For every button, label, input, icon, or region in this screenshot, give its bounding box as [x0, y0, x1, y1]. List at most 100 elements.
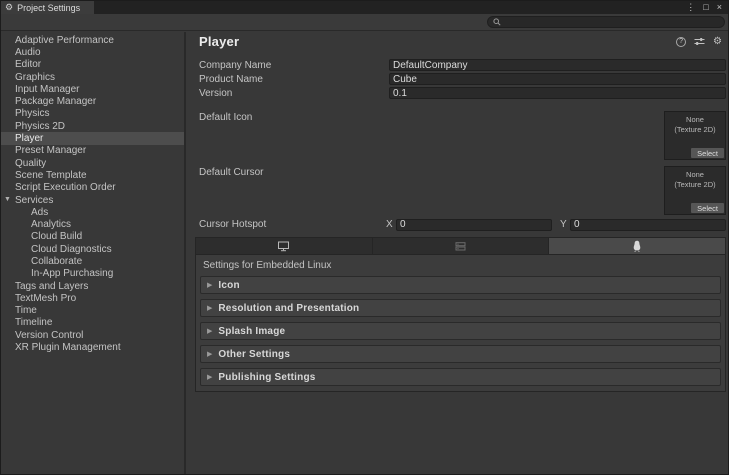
field-label: Version	[199, 88, 389, 99]
gear-icon[interactable]: ⚙	[713, 37, 722, 47]
sidebar-item-timeline[interactable]: Timeline	[1, 317, 184, 329]
sidebar-item-in-app-purchasing[interactable]: In-App Purchasing	[1, 268, 184, 280]
platform-tab-desktop[interactable]	[196, 238, 373, 254]
window-title: Project Settings	[17, 3, 80, 13]
platform-settings-box: Settings for Embedded Linux ▶Icon▶Resolu…	[195, 237, 726, 392]
search-input[interactable]	[504, 17, 719, 27]
version-input[interactable]	[389, 87, 726, 99]
section-label: Publishing Settings	[218, 372, 315, 383]
sidebar-item-quality[interactable]: Quality	[1, 157, 184, 169]
sidebar-item-cloud-build[interactable]: Cloud Build	[1, 231, 184, 243]
sidebar-item-label: Quality	[15, 158, 46, 169]
field-label: Product Name	[199, 74, 389, 85]
platform-tabbar	[196, 238, 725, 255]
gear-icon: ⚙	[5, 3, 13, 12]
cursor-hotspot-label: Cursor Hotspot	[199, 219, 386, 230]
kebab-menu-icon[interactable]: ⋮	[686, 3, 695, 12]
sidebar-item-label: In-App Purchasing	[31, 268, 113, 279]
hotspot-x-input[interactable]	[396, 219, 552, 231]
window-body: Adaptive PerformanceAudioEditorGraphicsI…	[1, 32, 728, 474]
sidebar-item-cloud-diagnostics[interactable]: Cloud Diagnostics	[1, 243, 184, 255]
section-label: Splash Image	[218, 326, 285, 337]
section-publishing-settings[interactable]: ▶ Publishing Settings	[200, 368, 721, 386]
hotspot-y-group: Y	[560, 219, 726, 231]
platform-content: Settings for Embedded Linux ▶Icon▶Resolu…	[196, 255, 725, 391]
sidebar-item-script-execution-order[interactable]: Script Execution Order	[1, 182, 184, 194]
player-text-fields: Company Name Product Name Version	[199, 58, 726, 100]
platform-tab-embedded-linux[interactable]	[549, 238, 725, 254]
sidebar-item-audio[interactable]: Audio	[1, 46, 184, 58]
sidebar-item-label: Collaborate	[31, 256, 82, 267]
sidebar-item-label: Analytics	[31, 219, 71, 230]
close-icon[interactable]: ×	[717, 3, 722, 12]
sidebar-item-label: Audio	[15, 47, 41, 58]
company-name-input[interactable]	[389, 59, 726, 71]
platform-tab-dedicated-server[interactable]	[373, 238, 550, 254]
sidebar-item-scene-template[interactable]: Scene Template	[1, 169, 184, 181]
section-label: Resolution and Presentation	[218, 303, 359, 314]
sidebar-item-adaptive-performance[interactable]: Adaptive Performance	[1, 34, 184, 46]
section-icon[interactable]: ▶Icon	[200, 276, 721, 294]
select-button[interactable]: Select	[691, 148, 724, 158]
panel-header: Player ? ⚙	[199, 33, 722, 50]
sidebar-item-textmesh-pro[interactable]: TextMesh Pro	[1, 292, 184, 304]
sidebar-item-label: Package Manager	[15, 96, 96, 107]
settings-for-header: Settings for Embedded Linux	[203, 260, 721, 271]
field-row-product-name: Product Name	[199, 72, 726, 86]
field-label: Company Name	[199, 60, 389, 71]
product-name-input[interactable]	[389, 73, 726, 85]
titlebar: ⚙ Project Settings ⋮ □ ×	[1, 1, 728, 14]
window-controls: ⋮ □ ×	[686, 1, 728, 14]
help-icon[interactable]: ?	[676, 37, 686, 47]
sidebar-item-collaborate[interactable]: Collaborate	[1, 255, 184, 267]
sidebar-item-label: Tags and Layers	[15, 281, 88, 292]
select-button[interactable]: Select	[691, 203, 724, 213]
hotspot-x-group: X	[386, 219, 552, 231]
sidebar-item-input-manager[interactable]: Input Manager	[1, 83, 184, 95]
sidebar-list: Adaptive PerformanceAudioEditorGraphicsI…	[1, 32, 186, 474]
sidebar-item-physics-2d[interactable]: Physics 2D	[1, 120, 184, 132]
player-settings-panel: Player ? ⚙ Company Name Product Name Versi…	[186, 32, 728, 474]
sidebar-item-preset-manager[interactable]: Preset Manager	[1, 145, 184, 157]
sidebar-item-player[interactable]: Player	[1, 132, 184, 144]
sidebar-item-label: Script Execution Order	[15, 182, 116, 193]
sections-list: ▶Icon▶Resolution and Presentation▶Splash…	[200, 276, 721, 386]
foldout-collapsed-icon: ▶	[207, 374, 212, 381]
section-splash-image[interactable]: ▶Splash Image	[200, 322, 721, 340]
sidebar-item-xr-plugin-management[interactable]: XR Plugin Management	[1, 341, 184, 353]
field-row-version: Version	[199, 86, 726, 100]
sidebar-item-label: Scene Template	[15, 170, 87, 181]
sidebar-item-label: Input Manager	[15, 84, 80, 95]
sidebar-item-analytics[interactable]: Analytics	[1, 218, 184, 230]
default-cursor-texture-box[interactable]: None (Texture 2D) Select	[664, 166, 726, 215]
sidebar-item-services[interactable]: ▼Services	[1, 194, 184, 206]
window-tab-project-settings[interactable]: ⚙ Project Settings	[1, 1, 94, 14]
embedded-linux-icon	[632, 240, 642, 252]
toolbar	[1, 14, 728, 31]
texture-none-value: None (Texture 2D)	[665, 170, 725, 190]
section-other-settings[interactable]: ▶Other Settings	[200, 345, 721, 363]
section-label: Other Settings	[218, 349, 290, 360]
sidebar-item-label: Cloud Build	[31, 231, 82, 242]
foldout-collapsed-icon: ▶	[207, 282, 212, 289]
sidebar-item-physics[interactable]: Physics	[1, 108, 184, 120]
sidebar-item-tags-and-layers[interactable]: Tags and Layers	[1, 280, 184, 292]
default-cursor-label: Default Cursor	[199, 167, 263, 178]
sidebar-item-label: Player	[15, 133, 43, 144]
presets-icon[interactable]	[694, 37, 705, 46]
sidebar-item-editor[interactable]: Editor	[1, 59, 184, 71]
foldout-expanded-icon[interactable]: ▼	[4, 196, 11, 203]
sidebar-item-version-control[interactable]: Version Control	[1, 329, 184, 341]
default-icon-texture-box[interactable]: None (Texture 2D) Select	[664, 111, 726, 160]
header-icons: ? ⚙	[676, 37, 722, 47]
section-resolution-and-presentation[interactable]: ▶Resolution and Presentation	[200, 299, 721, 317]
sidebar-item-time[interactable]: Time	[1, 305, 184, 317]
hotspot-y-input[interactable]	[570, 219, 726, 231]
maximize-icon[interactable]: □	[703, 3, 708, 12]
sidebar-item-graphics[interactable]: Graphics	[1, 71, 184, 83]
search-icon	[493, 18, 501, 26]
sidebar-item-label: Ads	[31, 207, 48, 218]
search-box[interactable]	[487, 16, 725, 28]
sidebar-item-ads[interactable]: Ads	[1, 206, 184, 218]
sidebar-item-package-manager[interactable]: Package Manager	[1, 95, 184, 107]
